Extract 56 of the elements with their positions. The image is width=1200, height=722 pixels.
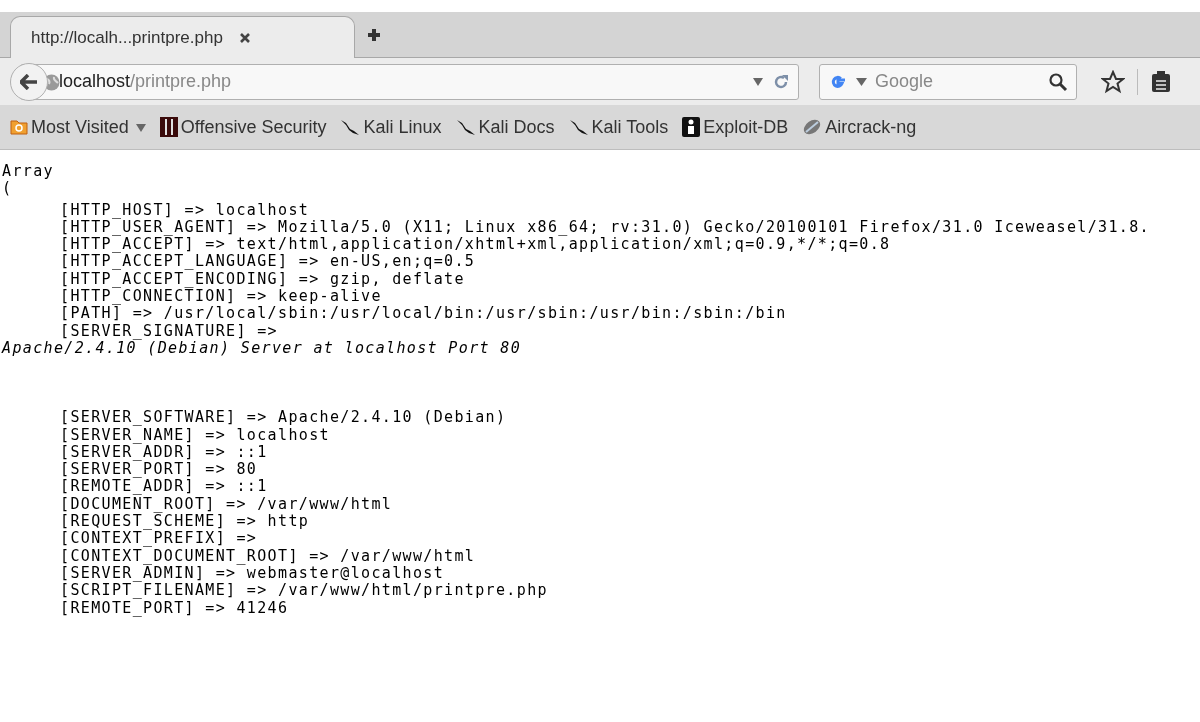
output-line: [HTTP_USER_AGENT] => Mozilla/5.0 (X11; Linux x86_64; rv:31.0) Gecko/20100101 Firefox/31.0 Iceweasel/31.8. xyxy=(59,218,1150,237)
bookmark-item[interactable]: Kali Docs xyxy=(455,113,555,141)
output-line: [HTTP_ACCEPT] => text/html,application/xhtml+xml,application/xml;q=0.9,*/*;q=0.8 xyxy=(59,236,891,254)
output-line: [PATH] => /usr/local/sbin:/usr/local/bin:/usr/sbin:/usr/bin:/sbin:/bin xyxy=(59,305,787,323)
output-line: [HTTP_HOST] => localhost xyxy=(59,201,310,219)
tab-title: http://localh...printpre.php xyxy=(31,26,223,49)
back-arrow-icon xyxy=(20,74,38,90)
bookmark-item[interactable]: Kali Tools xyxy=(568,113,669,141)
output-line: [REMOTE_PORT] => 41246 xyxy=(59,599,289,617)
star-icon[interactable] xyxy=(1101,69,1125,94)
search-icon[interactable] xyxy=(1048,71,1068,92)
bookmark-item[interactable]: Aircrack-ng xyxy=(802,113,917,141)
back-button[interactable] xyxy=(10,63,48,101)
output-line: [SCRIPT_FILENAME] => /var/www/html/printpre.php xyxy=(59,582,548,600)
search-field[interactable]: Google xyxy=(819,63,1077,100)
bookmark-item[interactable]: Offensive Security xyxy=(159,113,327,141)
output-line: [SERVER_ADDR] => ::1 xyxy=(59,443,268,462)
output-line: [HTTP_ACCEPT_LANGUAGE] => en-US,en;q=0.5 xyxy=(59,253,476,271)
output-line: [HTTP_CONNECTION] => keep-alive xyxy=(59,288,382,306)
output-line: [SERVER_SIGNATURE] => xyxy=(59,322,278,340)
bookmark-item[interactable]: Most Visited xyxy=(10,113,146,141)
folder-icon xyxy=(10,118,28,136)
browser-tab[interactable]: http://localh...printpre.php xyxy=(10,16,355,58)
bookmark-label: Kali Linux xyxy=(363,115,442,139)
output-line: [CONTEXT_DOCUMENT_ROOT] => /var/www/html xyxy=(59,547,476,565)
dropdown-icon[interactable] xyxy=(752,76,764,87)
bookmark-label: Exploit-DB xyxy=(703,115,789,139)
new-tab-icon[interactable] xyxy=(367,28,381,42)
output-line: [DOCUMENT_ROOT] => /var/www/html xyxy=(59,495,393,514)
output-line: [REMOTE_ADDR] => ::1 xyxy=(59,478,268,496)
server-signature: Apache/2.4.10 (Debian) Server at localhost Port 80 xyxy=(2,339,522,358)
bookmark-label: Kali Tools xyxy=(591,115,669,139)
output-line: [SERVER_NAME] => localhost xyxy=(59,426,330,444)
url-text: localhost/printpre.php xyxy=(59,70,233,93)
output-line: [SERVER_PORT] => 80 xyxy=(59,461,258,479)
output-line: Array xyxy=(2,163,54,181)
clipboard-icon[interactable] xyxy=(1150,69,1172,94)
bookmark-item[interactable]: Kali Linux xyxy=(340,113,442,141)
person-icon xyxy=(682,117,701,137)
reload-icon[interactable] xyxy=(772,72,790,91)
bookmark-logo-icon xyxy=(159,117,178,137)
bookmark-label: Offensive Security xyxy=(180,115,327,139)
search-input[interactable]: Google xyxy=(875,68,1040,95)
dropdown-icon[interactable] xyxy=(856,76,867,87)
bookmark-label: Aircrack-ng xyxy=(825,115,917,139)
bookmark-label: Kali Docs xyxy=(478,115,555,139)
output-line: [SERVER_SOFTWARE] => Apache/2.4.10 (Debian) xyxy=(59,409,507,427)
output-line: ( xyxy=(2,180,13,198)
bookmark-label: Most Visited xyxy=(31,115,129,139)
output-line: [HTTP_ACCEPT_ENCODING] => gzip, deflate xyxy=(59,270,465,289)
output-line: [REQUEST_SCHEME] => http xyxy=(59,513,310,531)
output-line: [SERVER_ADMIN] => webmaster@localhost xyxy=(59,564,445,583)
dropdown-icon[interactable] xyxy=(135,122,146,132)
close-icon[interactable] xyxy=(238,31,251,44)
bookmark-item[interactable]: Exploit-DB xyxy=(682,113,789,141)
output-line: [CONTEXT_PREFIX] => xyxy=(59,530,258,548)
